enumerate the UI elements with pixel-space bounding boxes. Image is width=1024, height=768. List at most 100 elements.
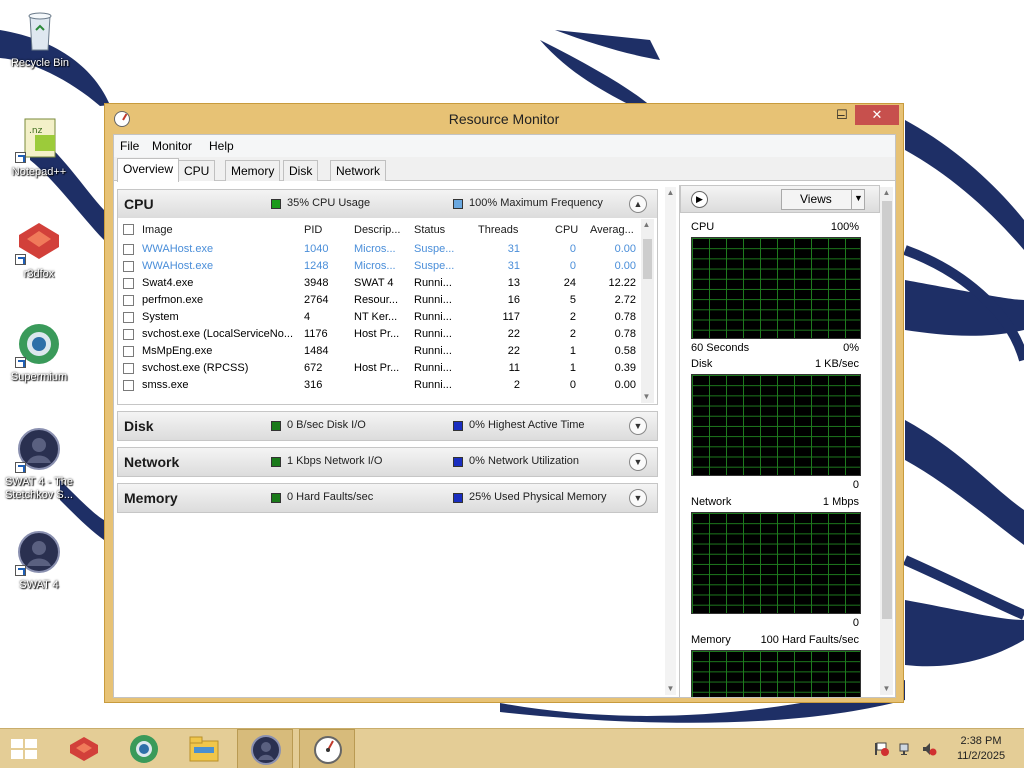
- taskbar-resource-monitor[interactable]: [299, 729, 355, 768]
- desktop-icon-swat4[interactable]: SWAT 4: [1, 528, 77, 592]
- row-checkbox[interactable]: [123, 261, 134, 272]
- row-checkbox[interactable]: [123, 295, 134, 306]
- graphs-scrollbar[interactable]: ▲ ▼: [880, 187, 893, 695]
- desktop-icon-r3dfox[interactable]: r3dfox: [1, 217, 77, 281]
- tab-disk[interactable]: Disk: [283, 160, 319, 181]
- taskbar-swat4[interactable]: [237, 729, 293, 768]
- memory-section: Memory 0 Hard Faults/sec 25% Used Physic…: [117, 483, 658, 513]
- cell-pid: 4: [304, 311, 311, 323]
- cell-pid: 1248: [304, 260, 329, 272]
- menu-help[interactable]: Help: [209, 139, 234, 153]
- disk-graph-panel: Disk 1 KB/sec 0: [680, 356, 865, 491]
- swat4-expansion-icon: [15, 425, 63, 473]
- desktop-icon-label: SWAT 4 - The Stetchkov S...: [4, 476, 74, 501]
- memory-section-header[interactable]: Memory 0 Hard Faults/sec 25% Used Physic…: [118, 484, 657, 512]
- desktop-icon-supermium[interactable]: Supermium: [1, 320, 77, 384]
- column-header-threads[interactable]: Threads: [478, 219, 518, 241]
- menu-monitor[interactable]: Monitor: [152, 139, 192, 153]
- cell-status: Runni...: [414, 345, 452, 357]
- cell-cpu: 1: [569, 345, 576, 357]
- tab-cpu[interactable]: CPU: [178, 160, 216, 181]
- cell-image: Swat4.exe: [142, 277, 194, 289]
- table-row[interactable]: MsMpEng.exe 1484 Runni... 22 1 0.58: [118, 343, 641, 360]
- cell-threads: 16: [507, 294, 520, 306]
- scrollbar-thumb[interactable]: [882, 201, 892, 619]
- collapse-graphs-arrow-icon[interactable]: ▶: [691, 191, 708, 208]
- graphs-header: ▶ Views ▼: [680, 185, 880, 213]
- network-graph-panel: Network 1 Mbps 0: [680, 494, 865, 629]
- system-clock[interactable]: 2:38 PM 11/2/2025: [948, 734, 1014, 764]
- expand-chevron-icon[interactable]: ▼: [629, 417, 647, 435]
- cell-average: 2.72: [614, 294, 636, 306]
- row-checkbox[interactable]: [123, 346, 134, 357]
- expand-chevron-icon[interactable]: ▼: [629, 453, 647, 471]
- cpu-section-header[interactable]: CPU 35% CPU Usage 100% Maximum Frequency…: [118, 190, 657, 218]
- desktop-icon-swat4-expansion[interactable]: SWAT 4 - The Stetchkov S...: [1, 425, 77, 502]
- network-section-header[interactable]: Network 1 Kbps Network I/O 0% Network Ut…: [118, 448, 657, 476]
- row-checkbox[interactable]: [123, 329, 134, 340]
- table-row[interactable]: smss.exe 316 Runni... 2 0 0.00: [118, 377, 641, 394]
- disk-section-title: Disk: [124, 418, 154, 434]
- disk-section-header[interactable]: Disk 0 B/sec Disk I/O 0% Highest Active …: [118, 412, 657, 440]
- memory-used-physical-label: 25% Used Physical Memory: [469, 491, 607, 503]
- menu-file[interactable]: File: [120, 139, 139, 153]
- start-button[interactable]: [11, 739, 37, 759]
- table-row[interactable]: Swat4.exe 3948 SWAT 4 Runni... 13 24 12.22: [118, 275, 641, 292]
- table-row[interactable]: System 4 NT Ker... Runni... 117 2 0.78: [118, 309, 641, 326]
- row-checkbox[interactable]: [123, 363, 134, 374]
- taskbar-file-explorer[interactable]: [176, 729, 232, 768]
- table-row[interactable]: perfmon.exe 2764 Resour... Runni... 16 5 2.72: [118, 292, 641, 309]
- title-bar[interactable]: Resource Monitor – ☐ ✕: [105, 104, 903, 134]
- column-header-description[interactable]: Descrip...: [354, 219, 400, 241]
- taskbar-r3dfox[interactable]: [56, 729, 112, 768]
- column-header-cpu[interactable]: CPU: [555, 219, 578, 241]
- cpu-section-title: CPU: [124, 196, 154, 212]
- column-header-pid[interactable]: PID: [304, 219, 322, 241]
- column-header-average[interactable]: Averag...: [590, 219, 634, 241]
- left-pane-scrollbar[interactable]: ▲ ▼: [665, 187, 676, 695]
- desktop-icon-label: SWAT 4: [19, 579, 59, 591]
- scroll-down-arrow-icon[interactable]: ▼: [881, 683, 892, 695]
- process-table-scrollbar[interactable]: ▲ ▼: [641, 219, 654, 403]
- tab-memory[interactable]: Memory: [225, 160, 281, 181]
- select-all-checkbox[interactable]: [123, 224, 134, 235]
- row-checkbox[interactable]: [123, 278, 134, 289]
- scroll-down-arrow-icon[interactable]: ▼: [641, 391, 652, 403]
- cell-average: 0.58: [614, 345, 636, 357]
- action-center-flag-icon[interactable]: [874, 742, 889, 756]
- scroll-up-arrow-icon[interactable]: ▲: [665, 187, 676, 199]
- table-row[interactable]: svchost.exe (LocalServiceNo... 1176 Host P…: [118, 326, 641, 343]
- table-row[interactable]: svchost.exe (RPCSS) 672 Host Pr... Runni...…: [118, 360, 641, 377]
- network-section-title: Network: [124, 454, 180, 470]
- table-row[interactable]: WWAHost.exe 1248 Micros... Suspe... 31 0 0.00: [118, 258, 641, 275]
- network-status-icon[interactable]: [898, 742, 913, 756]
- memory-graph-max: 100 Hard Faults/sec: [760, 634, 859, 646]
- cpu-frequency-label: 100% Maximum Frequency: [469, 197, 603, 209]
- maximize-button[interactable]: ☐: [829, 105, 855, 125]
- taskbar-supermium[interactable]: [116, 729, 172, 768]
- volume-muted-icon[interactable]: [922, 742, 937, 756]
- windows-logo-icon: [25, 739, 37, 748]
- cpu-graph-timespan: 60 Seconds: [691, 342, 750, 354]
- row-checkbox[interactable]: [123, 380, 134, 391]
- tab-overview[interactable]: Overview: [117, 158, 180, 182]
- scroll-up-arrow-icon[interactable]: ▲: [641, 219, 652, 231]
- table-row[interactable]: WWAHost.exe 1040 Micros... Suspe... 31 0 0.00: [118, 241, 641, 258]
- desktop-icon-label: r3dfox: [23, 268, 55, 280]
- desktop-icon-notepad-plus-plus[interactable]: .nz Notepad++: [1, 115, 77, 179]
- disk-io-graph: [691, 374, 861, 476]
- tab-network[interactable]: Network: [330, 160, 387, 181]
- row-checkbox[interactable]: [123, 312, 134, 323]
- collapse-chevron-icon[interactable]: ▲: [629, 195, 647, 213]
- close-button[interactable]: ✕: [855, 105, 899, 125]
- column-header-status[interactable]: Status: [414, 219, 445, 241]
- column-header-image[interactable]: Image: [142, 219, 173, 241]
- scrollbar-thumb[interactable]: [643, 239, 652, 279]
- views-dropdown-arrow-icon[interactable]: ▼: [851, 189, 865, 210]
- desktop-icon-recycle-bin[interactable]: Recycle Bin: [2, 6, 78, 70]
- row-checkbox[interactable]: [123, 244, 134, 255]
- expand-chevron-icon[interactable]: ▼: [629, 489, 647, 507]
- scroll-down-arrow-icon[interactable]: ▼: [665, 683, 676, 695]
- cell-pid: 1176: [304, 328, 328, 340]
- scroll-up-arrow-icon[interactable]: ▲: [881, 187, 892, 199]
